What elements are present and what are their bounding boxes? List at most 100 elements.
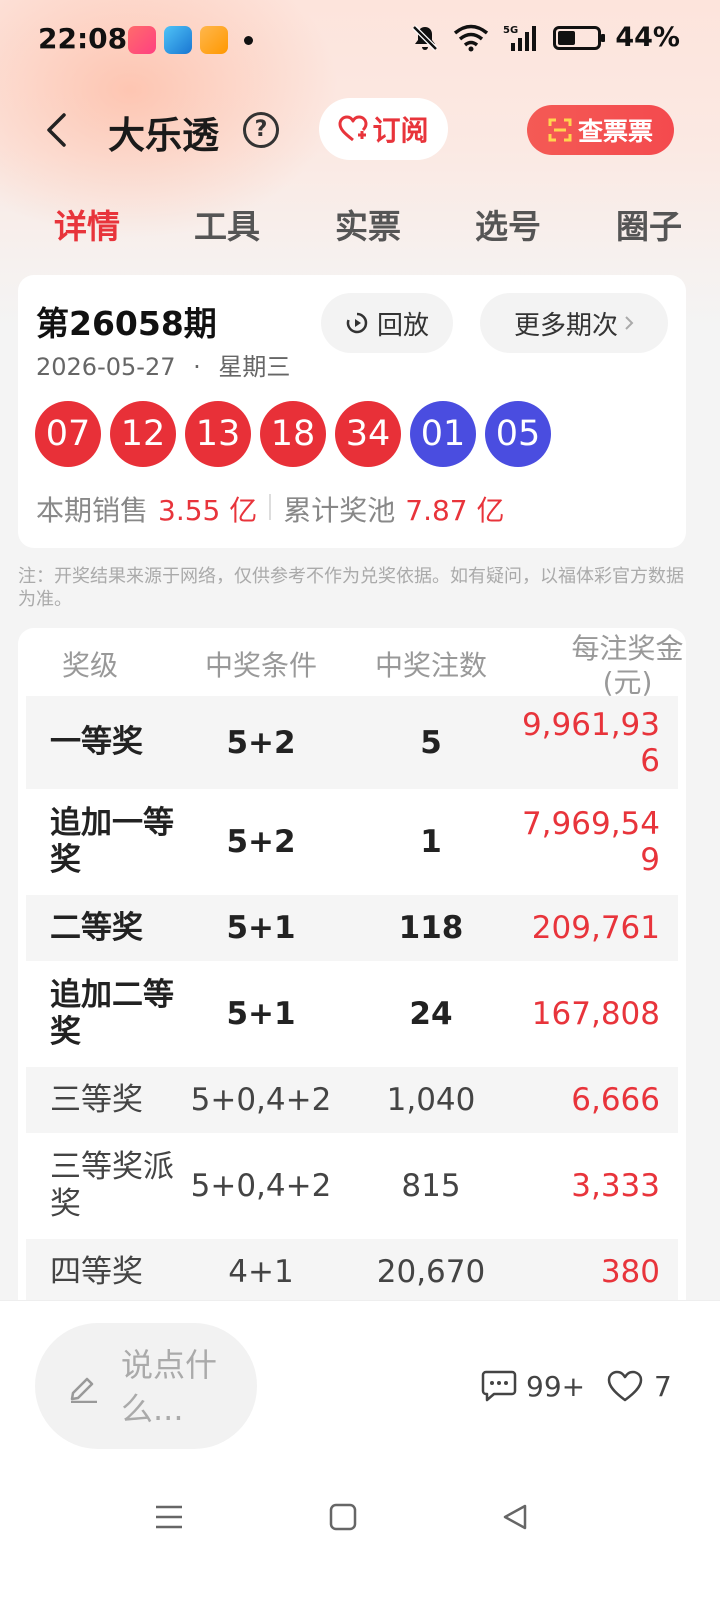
pool-label: 累计奖池: [283, 494, 396, 527]
draw-date: 2026-05-27: [36, 353, 176, 381]
tab-details[interactable]: 详情: [54, 200, 120, 248]
winner-count: 20,670: [376, 1254, 486, 1290]
more-issues-label: 更多期次: [513, 310, 618, 341]
table-row: 追加一等奖 5+2 1 7,969,549: [26, 789, 678, 895]
table-row: 三等奖派奖 5+0,4+2 815 3,333: [26, 1133, 678, 1239]
red-ball: 13: [185, 401, 251, 467]
prize-condition: 5+1: [226, 910, 296, 946]
blue-ball: 01: [410, 401, 476, 467]
replay-button[interactable]: 回放: [321, 293, 453, 353]
prize-level: 三等奖: [50, 1081, 143, 1118]
page-title: 大乐透: [108, 114, 219, 157]
prize-level: 三等奖派奖: [50, 1149, 174, 1222]
table-row: 二等奖 5+1 118 209,761: [26, 895, 678, 961]
red-ball: 12: [110, 401, 176, 467]
winner-count: 1: [420, 824, 442, 860]
comment-count: 99+: [526, 1369, 586, 1403]
sales-label: 本期销售: [36, 494, 149, 527]
tab-community[interactable]: 圈子: [616, 200, 682, 248]
wifi-icon: [454, 24, 489, 51]
app-notification-icon: [164, 26, 192, 54]
heart-icon: [607, 1370, 643, 1402]
tab-tools[interactable]: 工具: [194, 200, 260, 248]
prize-level: 二等奖: [50, 909, 143, 946]
subscribe-button[interactable]: 订阅: [319, 98, 448, 160]
blue-ball: 05: [485, 401, 551, 467]
menu-nav-button[interactable]: [149, 1497, 189, 1537]
disclaimer-notice: 注：开奖结果来源于网络，仅供参考不作为兑奖依据。如有疑问，以福体彩官方数据为准。: [18, 566, 684, 610]
cellular-signal-icon: 5G: [503, 25, 537, 51]
back-nav-button[interactable]: [495, 1497, 535, 1537]
back-button[interactable]: [36, 105, 76, 155]
heart-plus-icon: [338, 115, 368, 142]
divider: [269, 494, 272, 520]
draw-date-line: 2026-05-27 · 星期三: [36, 347, 290, 382]
comment-input[interactable]: 说点什么...: [35, 1323, 257, 1449]
mute-icon: [412, 24, 439, 51]
prize-level: 追加二等奖: [50, 977, 174, 1050]
home-square-icon: [329, 1503, 357, 1531]
header-condition: 中奖条件: [205, 649, 318, 682]
comments-button[interactable]: 99+: [480, 1369, 585, 1403]
prize-level: 追加一等奖: [50, 805, 174, 878]
pencil-icon: [70, 1377, 97, 1403]
menu-icon: [156, 1505, 182, 1529]
winner-count: 118: [398, 910, 464, 946]
table-row: 追加二等奖 5+1 24 167,808: [26, 961, 678, 1067]
chevron-left-icon: [47, 113, 66, 147]
draw-result-card: 第26058期 2026-05-27 · 星期三 回放 更多期次 07 12 1…: [18, 275, 686, 548]
winner-count: 24: [409, 996, 453, 1032]
tab-bar: 详情 工具 实票 选号 圈子: [0, 200, 720, 256]
subscribe-label: 订阅: [372, 114, 429, 147]
red-ball: 07: [35, 401, 101, 467]
prize-amount: 3,333: [571, 1168, 660, 1204]
comment-placeholder: 说点什么...: [121, 1346, 218, 1428]
sales-value: 3.55 亿: [158, 494, 258, 527]
winner-count: 5: [420, 724, 442, 761]
header-amount: 每注奖金(元): [571, 632, 684, 699]
system-navigation-bar: [0, 1497, 720, 1557]
notification-app-icons: [128, 26, 253, 54]
prize-condition: 5+0,4+2: [190, 1168, 332, 1204]
prize-condition: 5+1: [226, 996, 296, 1032]
help-icon[interactable]: ?: [243, 112, 279, 148]
replay-icon: [346, 312, 368, 334]
app-notification-icon: [128, 26, 156, 54]
prize-condition: 4+1: [228, 1254, 294, 1290]
tab-real-tickets[interactable]: 实票: [335, 200, 401, 248]
prize-table: 奖级 中奖条件 中奖注数 每注奖金(元) 一等奖 5+2 5 9,961,936…: [18, 628, 686, 1308]
check-ticket-label: 查票票: [577, 117, 653, 146]
chevron-right-icon: [625, 316, 634, 330]
status-bar: 22:08 5G 44%: [0, 0, 720, 80]
prize-amount: 380: [600, 1254, 660, 1290]
winning-numbers: 07 12 13 18 34 01 05: [35, 401, 551, 467]
header-count: 中奖注数: [375, 649, 488, 682]
home-nav-button[interactable]: [323, 1497, 363, 1537]
red-ball: 34: [335, 401, 401, 467]
replay-label: 回放: [376, 310, 429, 341]
table-row: 一等奖 5+2 5 9,961,936: [26, 696, 678, 789]
more-issues-button[interactable]: 更多期次: [480, 293, 668, 353]
date-separator: ·: [193, 353, 201, 381]
battery-fill: [558, 30, 576, 45]
table-header: 奖级 中奖条件 中奖注数 每注奖金(元): [18, 628, 686, 699]
check-ticket-button[interactable]: 查票票: [527, 105, 674, 155]
tab-pick-numbers[interactable]: 选号: [475, 200, 541, 248]
like-button[interactable]: 7: [606, 1369, 672, 1403]
status-time: 22:08: [38, 22, 128, 55]
bottom-action-bar: 说点什么... 99+ 7: [0, 1300, 720, 1604]
table-row: 三等奖 5+0,4+2 1,040 6,666: [26, 1067, 678, 1133]
back-triangle-icon: [503, 1504, 527, 1530]
more-notifications-dot: [244, 35, 253, 45]
header-level: 奖级: [62, 649, 119, 682]
prize-condition: 5+2: [226, 724, 296, 761]
battery-icon: [553, 25, 606, 50]
issue-number: 第26058期: [36, 304, 217, 343]
top-navigation: 大乐透 ? 订阅 查票票: [0, 95, 720, 165]
winner-count: 1,040: [386, 1082, 476, 1118]
pool-value: 7.87 亿: [405, 494, 505, 527]
prize-condition: 5+2: [226, 824, 296, 860]
like-count: 7: [654, 1369, 672, 1403]
red-ball: 18: [260, 401, 326, 467]
table-row: 四等奖 4+1 20,670 380: [26, 1239, 678, 1305]
